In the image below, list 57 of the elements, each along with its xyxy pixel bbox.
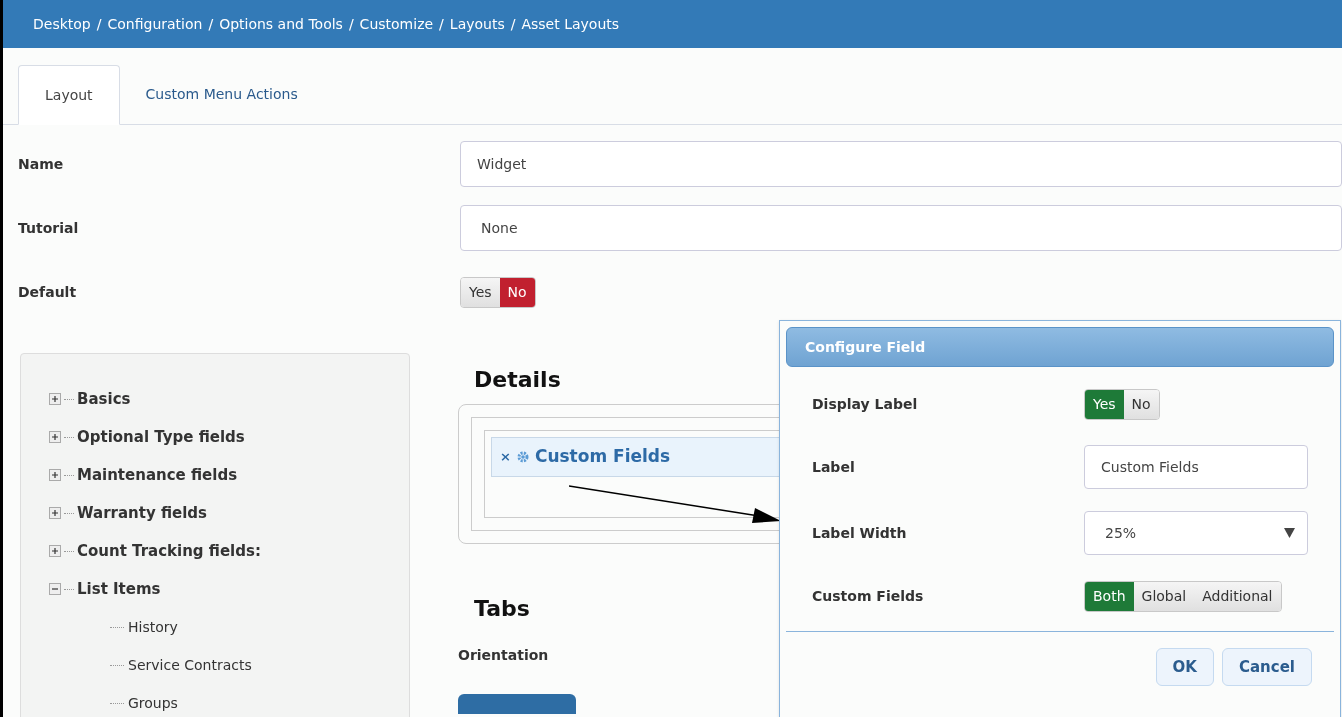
dialog-button[interactable]: Cancel	[1222, 648, 1312, 686]
breadcrumb-link[interactable]: Options and Tools	[219, 13, 343, 35]
tree-item[interactable]: Service Contracts	[128, 654, 252, 676]
tree-item[interactable]: Groups	[128, 692, 178, 714]
select-value: None	[481, 218, 518, 238]
text-field[interactable]: Custom Fields	[1084, 445, 1308, 489]
breadcrumb-link[interactable]: Desktop	[33, 13, 91, 35]
breadcrumb-link[interactable]: Configuration	[107, 13, 203, 35]
settings-icon[interactable]	[516, 451, 529, 463]
expand-icon[interactable]	[49, 507, 61, 519]
breadcrumb-separator: /	[96, 14, 102, 34]
expand-icon[interactable]	[49, 393, 61, 405]
tree-item[interactable]: Count Tracking fields:	[77, 539, 261, 563]
toggle-option[interactable]: Global	[1133, 581, 1195, 611]
section-heading: Details	[474, 366, 561, 394]
field-label: Display Label	[812, 394, 919, 414]
breadcrumb-link[interactable]: Asset Layouts	[521, 13, 620, 35]
breadcrumb-link[interactable]: Customize	[359, 13, 434, 35]
dropdown-caret-icon	[1284, 528, 1295, 538]
toggle-option[interactable]: Both	[1085, 581, 1134, 611]
expand-icon[interactable]	[49, 469, 61, 481]
tree-item[interactable]: Warranty fields	[77, 501, 207, 525]
select-value: 25%	[1105, 523, 1137, 543]
field-name: Custom Fields	[534, 445, 671, 469]
toggle-option[interactable]: Yes	[1085, 389, 1124, 419]
tree-item[interactable]: List Items	[77, 577, 161, 601]
breadcrumb-link[interactable]: Layouts	[449, 13, 505, 35]
toggle-option[interactable]: No	[499, 277, 535, 307]
dialog-title: Configure Field	[805, 337, 926, 357]
tree-item[interactable]: History	[128, 616, 178, 638]
field-label: Orientation	[458, 646, 549, 665]
section-heading: Tabs	[474, 595, 530, 623]
select-field[interactable]: None	[460, 205, 1342, 251]
field-label: Name	[18, 154, 65, 174]
expand-icon[interactable]	[49, 545, 61, 557]
dialog-button[interactable]: OK	[1155, 648, 1214, 686]
text-field[interactable]: Widget	[460, 141, 1342, 187]
field-label: Label Width	[812, 523, 908, 543]
breadcrumb-separator: /	[439, 14, 444, 34]
toggle-option[interactable]: Yes	[461, 277, 500, 307]
field-label: Tutorial	[18, 218, 80, 238]
breadcrumb-separator: /	[348, 14, 354, 34]
tree-item[interactable]: Basics	[77, 387, 131, 411]
tab[interactable]: Custom Menu Actions	[119, 64, 324, 124]
breadcrumb-separator: /	[510, 14, 516, 34]
collapse-icon[interactable]	[49, 583, 61, 595]
field-label: Custom Fields	[812, 586, 925, 606]
expand-icon[interactable]	[49, 431, 61, 443]
select-field[interactable]: 25%	[1084, 511, 1308, 555]
breadcrumb-separator: /	[208, 14, 214, 34]
remove-icon[interactable]: ×	[500, 447, 511, 467]
field-label: Default	[18, 282, 78, 302]
tree-item[interactable]: Optional Type fields	[77, 425, 245, 449]
toggle-option[interactable]: No	[1123, 389, 1159, 419]
toggle-option[interactable]: Additional	[1194, 581, 1281, 611]
tree-item[interactable]: Maintenance fields	[77, 463, 238, 487]
tab[interactable]: Layout	[18, 65, 120, 125]
